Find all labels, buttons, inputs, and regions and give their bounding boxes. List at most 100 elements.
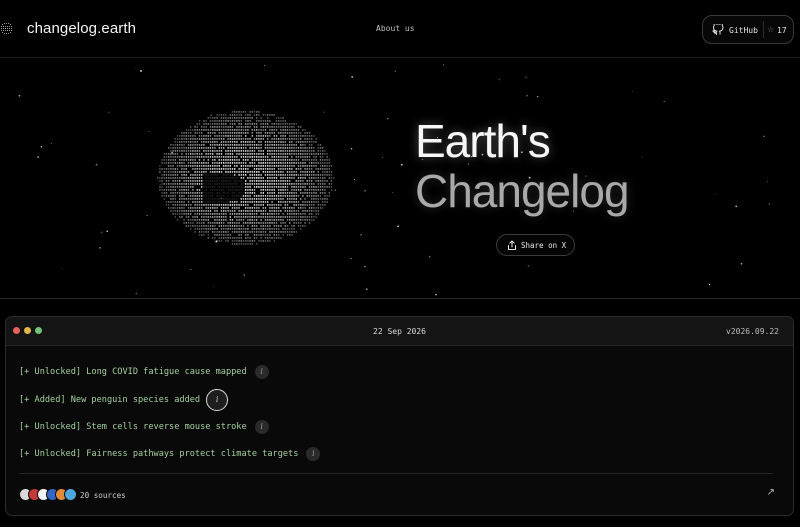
- github-divider: [763, 21, 764, 38]
- globe-glyph: [282, 216, 284, 218]
- globe-glyph: [308, 213, 311, 215]
- info-icon[interactable]: i: [254, 365, 269, 379]
- github-button[interactable]: GitHub ☆ 17: [702, 15, 794, 44]
- globe-glyph: [223, 210, 225, 212]
- globe-glyph: [214, 189, 216, 191]
- globe-glyph: [227, 192, 229, 194]
- globe-glyph: [247, 138, 249, 140]
- globe-glyph: [267, 162, 269, 164]
- globe-glyph: [214, 144, 216, 146]
- globe-glyph: [260, 186, 262, 188]
- globe-glyph: [264, 159, 267, 161]
- globe-glyph: [315, 165, 317, 167]
- globe-glyph: [209, 180, 212, 182]
- globe-glyph: [234, 231, 236, 233]
- globe-glyph: [273, 228, 275, 230]
- globe-glyph: [253, 156, 256, 158]
- globe-glyph: [218, 165, 220, 167]
- globe-glyph: [212, 198, 214, 200]
- globe-glyph: [234, 150, 236, 152]
- sources-count[interactable]: 20 sources: [80, 491, 126, 500]
- globe-glyph: [251, 198, 253, 200]
- star-dot: [763, 135, 765, 137]
- globe-glyph: [297, 183, 300, 185]
- info-icon[interactable]: i: [306, 447, 321, 461]
- globe-glyph: [240, 225, 242, 227]
- star-dot: [525, 76, 527, 78]
- globe-glyph: [326, 174, 328, 176]
- star-dot: [99, 246, 102, 249]
- globe-glyph: [278, 168, 280, 170]
- site-logo-text[interactable]: changelog.earth: [27, 20, 136, 37]
- globe-glyph: [192, 162, 194, 164]
- globe-logo-icon[interactable]: [0, 21, 18, 37]
- globe-glyph: [260, 201, 262, 203]
- globe-glyph: [214, 171, 216, 173]
- globe-glyph: [236, 228, 238, 230]
- globe-glyph: [286, 231, 289, 233]
- globe-glyph: [280, 216, 282, 218]
- globe-glyph: [311, 207, 313, 209]
- globe-glyph: [187, 186, 190, 188]
- star-dot: [134, 67, 136, 69]
- globe-glyph: [240, 240, 242, 242]
- globe-glyph: [249, 144, 251, 146]
- globe-glyph: [275, 123, 278, 125]
- globe-glyph: [249, 153, 251, 155]
- globe-glyph: [218, 231, 220, 233]
- globe-glyph: [203, 126, 205, 128]
- globe-glyph: [196, 222, 198, 224]
- globe-glyph: [214, 159, 216, 161]
- share-on-x-button[interactable]: Share on X: [496, 234, 575, 256]
- globe-glyph: [324, 195, 326, 197]
- globe-glyph: [216, 210, 218, 212]
- globe-glyph: [183, 138, 185, 140]
- globe-glyph: [284, 141, 286, 143]
- globe-glyph: [278, 237, 280, 239]
- globe-glyph: [271, 237, 273, 239]
- globe-glyph: [212, 228, 214, 230]
- globe-glyph: [236, 171, 238, 173]
- globe-glyph: [269, 171, 271, 173]
- globe-glyph: [225, 171, 227, 173]
- globe-glyph: [267, 126, 269, 128]
- globe-glyph: [229, 198, 231, 200]
- star-dot: [641, 156, 643, 158]
- nav-about-link[interactable]: About us: [376, 24, 415, 33]
- info-icon[interactable]: i: [206, 389, 229, 411]
- external-link-icon[interactable]: ↗: [767, 487, 775, 498]
- globe-glyph: [249, 222, 251, 224]
- globe-glyph: [247, 204, 249, 206]
- globe-glyph: [236, 141, 238, 143]
- star-dot: [50, 143, 52, 145]
- globe-glyph: [293, 132, 295, 134]
- globe-glyph: [251, 111, 253, 113]
- globe-glyph: [291, 198, 293, 200]
- globe-glyph: [289, 213, 291, 215]
- globe-glyph: [227, 171, 229, 173]
- globe-glyph: [322, 198, 324, 200]
- globe-glyph: [256, 153, 258, 155]
- globe-glyph: [271, 138, 273, 140]
- globe-glyph: [194, 153, 196, 155]
- globe-glyph: [295, 123, 297, 125]
- changelog-panel: 22 Sep 2026 v2026.09.22 [+ Unlocked] Lon…: [5, 316, 794, 516]
- info-icon[interactable]: i: [254, 420, 269, 434]
- globe-glyph: [275, 165, 278, 167]
- globe-glyph: [300, 219, 302, 221]
- globe-glyph: [306, 141, 308, 143]
- globe-glyph: [293, 222, 295, 224]
- globe-glyph: [220, 237, 223, 239]
- globe-glyph: [201, 126, 203, 128]
- globe-glyph: [306, 159, 308, 161]
- source-avatars[interactable]: [19, 488, 79, 502]
- globe-glyph: [223, 201, 225, 203]
- globe-glyph: [284, 156, 286, 158]
- globe-glyph: [216, 216, 218, 218]
- globe-glyph: [271, 162, 273, 164]
- globe-glyph: [192, 201, 194, 203]
- globe-glyph: [280, 183, 282, 185]
- globe-glyph: [308, 150, 311, 152]
- globe-glyph: [300, 204, 302, 206]
- globe-glyph: [262, 135, 264, 137]
